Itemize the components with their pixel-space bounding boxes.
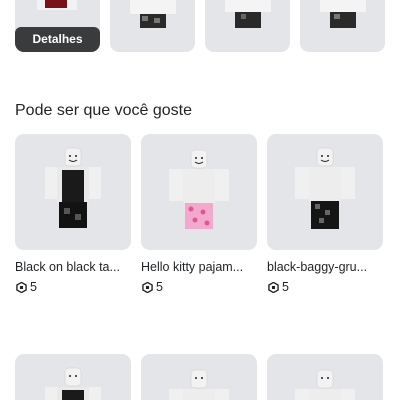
top-item-tile-3[interactable] <box>205 0 290 52</box>
recommendation-tile-3[interactable] <box>267 134 383 250</box>
item-name[interactable]: Black on black ta... <box>15 260 135 274</box>
recommendation-tile-5[interactable] <box>141 354 257 400</box>
item-name[interactable]: Hello kitty pajam... <box>141 260 261 274</box>
avatar-thumbnail <box>45 147 101 228</box>
item-price: 5 <box>268 280 289 294</box>
robux-icon <box>268 281 279 293</box>
avatar-thumbnail <box>130 0 176 28</box>
top-item-tile-4[interactable] <box>300 0 385 52</box>
item-name[interactable]: black-baggy-gru... <box>267 260 387 274</box>
top-item-tile-2[interactable] <box>110 0 195 52</box>
avatar-thumbnail <box>295 369 355 400</box>
item-price: 5 <box>142 280 163 294</box>
top-item-tile-1[interactable]: Detalhes <box>15 0 100 52</box>
recommendation-tile-2[interactable] <box>141 134 257 250</box>
robux-icon <box>142 281 153 293</box>
avatar-thumbnail <box>295 147 355 229</box>
recommendation-tile-1[interactable] <box>15 134 131 250</box>
avatar-thumbnail <box>169 369 229 400</box>
price-value: 5 <box>282 280 289 294</box>
details-button[interactable]: Detalhes <box>15 27 100 52</box>
recommendation-tile-4[interactable] <box>15 354 131 400</box>
price-value: 5 <box>30 280 37 294</box>
avatar-thumbnail <box>169 149 229 229</box>
avatar-thumbnail <box>45 367 101 400</box>
item-price: 5 <box>16 280 37 294</box>
robux-icon <box>16 281 27 293</box>
price-value: 5 <box>156 280 163 294</box>
section-title: Pode ser que você goste <box>15 102 193 119</box>
avatar-thumbnail <box>320 0 366 28</box>
avatar-thumbnail <box>225 0 271 28</box>
recommendation-tile-6[interactable] <box>267 354 383 400</box>
